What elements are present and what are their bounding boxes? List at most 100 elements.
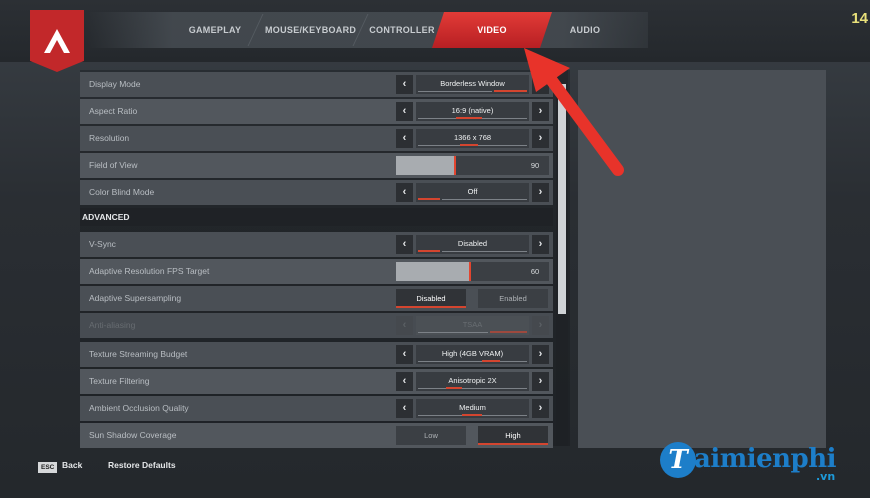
- value-text: 16:9 (native): [451, 106, 494, 115]
- setting-color-blind: Color Blind Mode ‹ Off ›: [80, 180, 553, 205]
- value-indicator: [462, 414, 482, 416]
- chevron-left-icon[interactable]: ‹: [396, 183, 413, 202]
- apex-logo-icon: [30, 10, 84, 72]
- chevron-right-icon[interactable]: ›: [532, 75, 549, 94]
- setting-value: TSAA: [416, 316, 529, 335]
- value-indicator: [460, 144, 478, 146]
- setting-label: Texture Filtering: [89, 376, 150, 386]
- slider-value: 60: [521, 262, 549, 281]
- setting-display-mode: Display Mode ‹ Borderless Window ›: [80, 72, 553, 97]
- value-indicator: [490, 331, 527, 333]
- corner-number: 14: [851, 10, 868, 27]
- setting-label: Anti-aliasing: [89, 320, 136, 330]
- description-panel: [578, 70, 826, 448]
- setting-label: Color Blind Mode: [89, 187, 155, 197]
- chevron-right-icon[interactable]: ›: [532, 345, 549, 364]
- slider-value: 90: [521, 156, 549, 175]
- setting-value: Anisotropic 2X: [416, 372, 529, 391]
- setting-label: Adaptive Supersampling: [89, 293, 182, 303]
- value-indicator-bg: [418, 91, 492, 92]
- setting-sun-shadow: Sun Shadow Coverage Low High: [80, 423, 553, 448]
- value-indicator: [418, 250, 440, 252]
- option-low[interactable]: Low: [396, 426, 466, 445]
- setting-adaptive-fps: Adaptive Resolution FPS Target 60: [80, 259, 553, 284]
- setting-label: Aspect Ratio: [89, 106, 138, 116]
- setting-label: Resolution: [89, 133, 130, 143]
- value-indicator: [456, 117, 482, 119]
- setting-vsync: V-Sync ‹ Disabled ›: [80, 232, 553, 257]
- value-text: Disabled: [457, 239, 488, 248]
- tab-video[interactable]: VIDEO: [432, 12, 552, 48]
- fov-slider[interactable]: [396, 156, 521, 175]
- slider-fill: [396, 262, 471, 281]
- value-text: Anisotropic 2X: [448, 376, 497, 385]
- chevron-left-icon[interactable]: ‹: [396, 345, 413, 364]
- value-indicator-bg: [418, 332, 488, 333]
- chevron-right-icon[interactable]: ›: [532, 129, 549, 148]
- chevron-left-icon[interactable]: ‹: [396, 235, 413, 254]
- watermark-domain: .vn: [816, 470, 836, 483]
- value-indicator-bg: [442, 199, 527, 200]
- setting-value: Off: [416, 183, 529, 202]
- chevron-left-icon[interactable]: ‹: [396, 102, 413, 121]
- section-title: ADVANCED: [82, 212, 130, 222]
- value-indicator-bg: [418, 361, 527, 362]
- setting-fov: Field of View 90: [80, 153, 553, 178]
- setting-texture-budget: Texture Streaming Budget ‹ High (4GB VRA…: [80, 342, 553, 367]
- value-text: TSAA: [462, 320, 483, 329]
- chevron-left-icon: ‹: [396, 316, 413, 335]
- chevron-left-icon[interactable]: ‹: [396, 129, 413, 148]
- value-text: High (4GB VRAM): [441, 349, 504, 358]
- setting-value: High (4GB VRAM): [416, 345, 529, 364]
- value-indicator: [482, 360, 500, 362]
- setting-ambient-occlusion: Ambient Occlusion Quality ‹ Medium ›: [80, 396, 553, 421]
- value-indicator: [446, 387, 462, 389]
- setting-label: Ambient Occlusion Quality: [89, 403, 189, 413]
- setting-label: Texture Streaming Budget: [89, 349, 188, 359]
- setting-value: 1366 x 768: [416, 129, 529, 148]
- adaptive-fps-slider[interactable]: [396, 262, 521, 281]
- back-button[interactable]: Back: [62, 460, 82, 470]
- watermark-mark: T: [660, 442, 696, 478]
- setting-label: Display Mode: [89, 79, 141, 89]
- setting-resolution: Resolution ‹ 1366 x 768 ›: [80, 126, 553, 151]
- setting-adaptive-supersampling: Adaptive Supersampling Disabled Enabled: [80, 286, 553, 311]
- tab-controller[interactable]: CONTROLLER: [366, 12, 438, 48]
- setting-label: Sun Shadow Coverage: [89, 430, 177, 440]
- chevron-right-icon[interactable]: ›: [532, 399, 549, 418]
- slider-fill: [396, 156, 456, 175]
- chevron-right-icon[interactable]: ›: [532, 235, 549, 254]
- chevron-right-icon[interactable]: ›: [532, 102, 549, 121]
- setting-label: V-Sync: [89, 239, 116, 249]
- tab-gameplay[interactable]: GAMEPLAY: [180, 12, 250, 48]
- tab-mouse-keyboard[interactable]: MOUSE/KEYBOARD: [265, 12, 356, 48]
- chevron-left-icon[interactable]: ‹: [396, 399, 413, 418]
- chevron-right-icon[interactable]: ›: [532, 183, 549, 202]
- section-advanced: ADVANCED: [80, 208, 553, 226]
- chevron-left-icon[interactable]: ‹: [396, 372, 413, 391]
- scrollbar-thumb[interactable]: [558, 84, 566, 314]
- value-indicator-bg: [418, 388, 527, 389]
- restore-defaults-button[interactable]: Restore Defaults: [108, 460, 176, 470]
- esc-key-icon: ESC: [38, 462, 58, 473]
- setting-value: Disabled: [416, 235, 529, 254]
- chevron-right-icon[interactable]: ›: [532, 372, 549, 391]
- value-text: 1366 x 768: [453, 133, 492, 142]
- value-text: Off: [467, 187, 478, 196]
- setting-value: Borderless Window: [416, 75, 529, 94]
- value-text: Medium: [459, 403, 486, 412]
- chevron-left-icon[interactable]: ‹: [396, 75, 413, 94]
- tab-audio[interactable]: AUDIO: [555, 12, 615, 48]
- value-indicator: [494, 90, 527, 92]
- option-enabled[interactable]: Enabled: [478, 289, 548, 308]
- setting-value: 16:9 (native): [416, 102, 529, 121]
- setting-value: Medium: [416, 399, 529, 418]
- watermark-text: aimienphi: [694, 444, 837, 474]
- value-indicator: [418, 198, 440, 200]
- chevron-right-icon: ›: [532, 316, 549, 335]
- value-text: Borderless Window: [440, 79, 505, 88]
- setting-anti-aliasing: Anti-aliasing ‹ TSAA ›: [80, 313, 553, 338]
- option-disabled[interactable]: Disabled: [396, 289, 466, 308]
- setting-label: Adaptive Resolution FPS Target: [89, 266, 210, 276]
- option-high[interactable]: High: [478, 426, 548, 445]
